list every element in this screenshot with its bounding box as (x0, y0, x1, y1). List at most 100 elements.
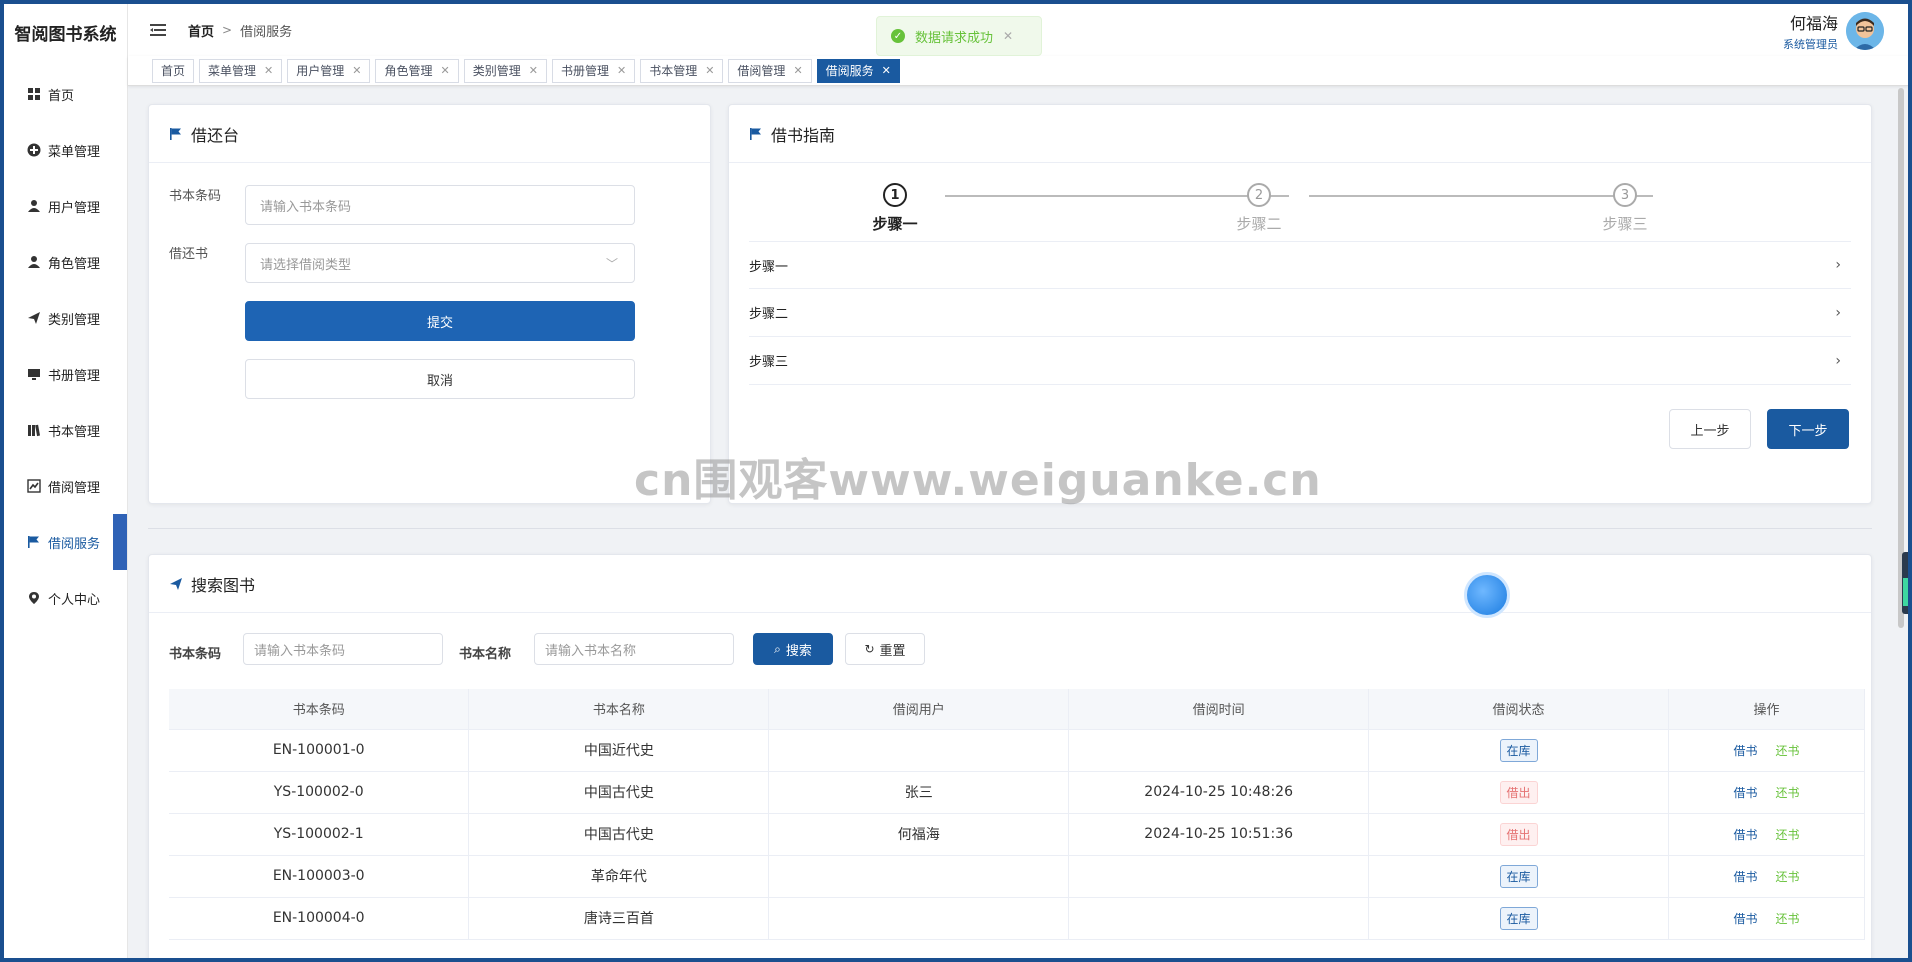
search-button[interactable]: ⌕ 搜索 (753, 633, 833, 665)
card-title: 借还台 (191, 125, 240, 145)
cell-name: 中国近代史 (468, 729, 770, 772)
sidebar-item-5[interactable]: 书册管理 (4, 346, 127, 402)
sidebar-item-7[interactable]: 借阅管理 (4, 458, 127, 514)
close-icon[interactable]: ✕ (617, 64, 626, 77)
guide-row-label: 步骤二 (749, 307, 789, 322)
tab-label: 角色管理 (384, 64, 433, 78)
tab-7[interactable]: 借阅管理 ✕ (728, 58, 812, 83)
sidebar-item-3[interactable]: 角色管理 (4, 234, 127, 290)
step-number: 1 (883, 183, 907, 207)
cell-user (768, 729, 1070, 772)
user-role: 系统管理员 (1783, 38, 1838, 51)
edge-widget-tab[interactable] (1902, 552, 1908, 614)
search-books-card: 搜索图书 书本条码 请输入书本条码 书本名称 请输入书本名称 ⌕ 搜索 ↻ 重置… (148, 554, 1872, 958)
card-title: 搜索图书 (191, 575, 256, 595)
cell-time (1068, 729, 1370, 772)
cell-user: 何福海 (768, 813, 1070, 856)
tab-2[interactable]: 用户管理 ✕ (287, 58, 371, 83)
return-link[interactable]: 还书 (1776, 912, 1800, 926)
cell-name: 革命年代 (468, 855, 770, 898)
reset-button[interactable]: ↻ 重置 (845, 633, 925, 665)
chevron-down-icon: ﹀ (605, 257, 618, 271)
sidebar-item-label: 首页 (48, 88, 75, 104)
sidebar-item-9[interactable]: 个人中心 (4, 570, 127, 626)
status-badge: 借出 (1499, 822, 1538, 846)
close-icon[interactable]: ✕ (793, 64, 802, 77)
pin-icon (26, 590, 42, 606)
close-icon[interactable]: ✕ (441, 64, 450, 77)
avatar[interactable] (1846, 12, 1884, 50)
refresh-icon: ↻ (864, 642, 875, 656)
close-icon[interactable]: ✕ (264, 64, 273, 77)
barcode-label: 书本条码 (169, 189, 222, 204)
card-header: 搜索图书 (149, 555, 1871, 613)
floating-assistant-button[interactable] (1464, 572, 1510, 618)
borrow-link[interactable]: 借书 (1733, 828, 1757, 842)
section-divider (148, 528, 1872, 529)
table-body: EN-100001-0 中国近代史 在库 借书 还书 YS-100002-0 中国古代史 张三… (169, 729, 1865, 940)
close-icon[interactable]: ✕ (352, 64, 361, 77)
table-row: YS-100002-1 中国古代史 何福海 2024-10-25 10:51:36 借出… (169, 813, 1865, 856)
sidebar-item-label: 书本管理 (48, 424, 101, 440)
tab-3[interactable]: 角色管理 ✕ (375, 58, 459, 83)
step-number: 2 (1247, 183, 1271, 207)
scrollbar[interactable] (1898, 88, 1904, 628)
tab-6[interactable]: 书本管理 ✕ (640, 58, 724, 83)
tab-label: 首页 (161, 64, 186, 78)
guide-row-3[interactable]: 步骤三 › (749, 337, 1851, 385)
borrow-link[interactable]: 借书 (1733, 912, 1757, 926)
next-step-button[interactable]: 下一步 (1767, 409, 1849, 449)
prev-step-button[interactable]: 上一步 (1669, 409, 1751, 449)
return-link[interactable]: 还书 (1776, 786, 1800, 800)
guide-row-2[interactable]: 步骤二 › (749, 289, 1851, 337)
tab-4[interactable]: 类别管理 ✕ (463, 58, 547, 83)
select-placeholder: 请选择借阅类型 (260, 257, 352, 273)
flag-icon (26, 534, 42, 550)
column-header: 借阅时间 (1068, 689, 1370, 730)
cell-actions: 借书 还书 (1668, 813, 1865, 856)
hamburger-icon[interactable] (148, 20, 168, 40)
breadcrumb-home[interactable]: 首页 (188, 21, 214, 40)
column-header: 借阅用户 (768, 689, 1070, 730)
return-link[interactable]: 还书 (1776, 828, 1800, 842)
cell-actions: 借书 还书 (1668, 771, 1865, 814)
user-name: 何福海 (1789, 14, 1838, 33)
tab-0[interactable]: 首页 (152, 58, 195, 83)
cell-status: 借出 (1368, 813, 1669, 856)
search-name-input[interactable]: 请输入书本名称 (534, 633, 734, 665)
barcode-input[interactable]: 请输入书本条码 (245, 185, 635, 225)
search-barcode-input[interactable]: 请输入书本条码 (243, 633, 443, 665)
borrow-link[interactable]: 借书 (1733, 870, 1757, 884)
sidebar-item-1[interactable]: 菜单管理 (4, 122, 127, 178)
send-icon (170, 577, 182, 590)
close-icon[interactable]: ✕ (529, 64, 538, 77)
cell-status: 在库 (1368, 855, 1669, 898)
tab-1[interactable]: 菜单管理 ✕ (199, 58, 283, 83)
user-icon (26, 198, 42, 214)
close-icon[interactable]: ✕ (882, 64, 891, 77)
sidebar-item-0[interactable]: 首页 (4, 66, 127, 122)
sidebar-item-8[interactable]: 借阅服务 (4, 514, 127, 570)
tab-5[interactable]: 书册管理 ✕ (551, 58, 636, 83)
borrow-guide-card: 借书指南 1 步骤一 2 步骤二 3 步骤三 步骤一 › 步骤二 › 步骤三 › 上一步 下一步 (728, 104, 1872, 504)
return-link[interactable]: 还书 (1776, 870, 1800, 884)
cell-code: EN-100003-0 (169, 855, 470, 898)
borrow-link[interactable]: 借书 (1733, 786, 1757, 800)
borrow-link[interactable]: 借书 (1733, 744, 1757, 758)
tab-8[interactable]: 借阅服务 ✕ (816, 58, 900, 83)
return-link[interactable]: 还书 (1776, 744, 1800, 758)
cancel-button[interactable]: 取消 (245, 359, 635, 399)
sidebar-item-2[interactable]: 用户管理 (4, 178, 127, 234)
close-icon[interactable]: ✕ (1003, 29, 1013, 43)
guide-row-1[interactable]: 步骤一 › (749, 241, 1851, 289)
close-icon[interactable]: ✕ (705, 64, 714, 77)
user-menu[interactable]: 何福海 系统管理员 (1783, 10, 1884, 52)
sidebar-item-6[interactable]: 书本管理 (4, 402, 127, 458)
avatar-icon (1846, 12, 1884, 50)
sidebar-item-4[interactable]: 类别管理 (4, 290, 127, 346)
borrow-type-select[interactable]: 请选择借阅类型 ﹀ (245, 243, 635, 283)
barcode-row: 书本条码 (169, 185, 239, 204)
cell-name: 中国古代史 (468, 813, 770, 856)
breadcrumb-current: 借阅服务 (240, 24, 293, 40)
submit-button[interactable]: 提交 (245, 301, 635, 341)
